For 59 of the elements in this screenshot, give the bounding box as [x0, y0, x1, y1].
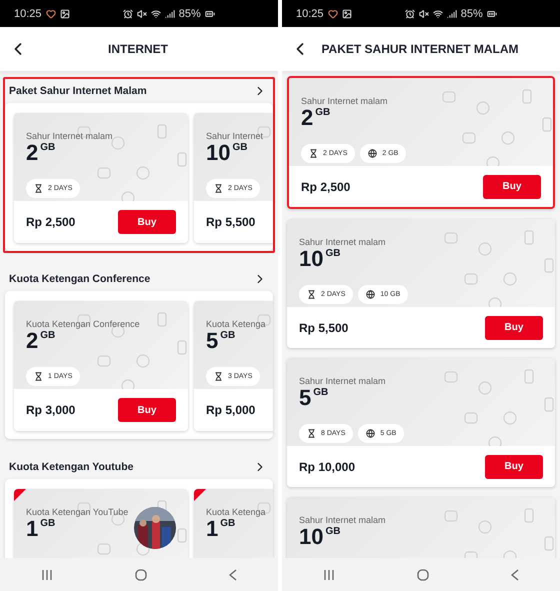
package-name: Kuota Ketengan Conference — [26, 319, 140, 329]
home-icon[interactable] — [135, 568, 147, 580]
hourglass-icon — [309, 149, 318, 158]
hourglass-icon — [34, 372, 43, 381]
section-title: Kuota Ketengan Youtube — [9, 461, 134, 473]
buy-button[interactable]: Buy — [485, 454, 543, 478]
battery-icon — [486, 8, 497, 18]
hourglass-icon — [307, 429, 316, 438]
hourglass-icon — [214, 184, 223, 193]
screen-title: PAKET SAHUR INTERNET MALAM — [320, 42, 520, 56]
package-price: Rp 5,000 — [206, 403, 256, 417]
image-icon — [60, 8, 70, 18]
alarm-icon — [122, 8, 133, 18]
home-icon[interactable] — [417, 568, 429, 580]
heart-icon — [328, 8, 338, 18]
buy-button[interactable]: Buy — [483, 174, 541, 198]
signal-icon — [164, 8, 175, 18]
package-name: Kuota Ketenga — [206, 507, 266, 517]
hourglass-icon — [214, 372, 223, 381]
signal-icon — [446, 8, 457, 18]
hourglass-icon — [307, 290, 316, 299]
status-time: 10:25 — [296, 8, 324, 20]
package-price: Rp 5,500 — [299, 320, 348, 334]
package-price: Rp 2,500 — [26, 215, 76, 229]
package-name: Sahur Internet malam — [299, 376, 386, 386]
recent-apps-icon[interactable] — [41, 568, 53, 580]
recent-apps-icon[interactable] — [323, 568, 335, 580]
package-name: Sahur Internet malam — [301, 96, 388, 106]
battery-icon — [204, 8, 215, 18]
package-price: Rp 3,000 — [26, 403, 76, 417]
buy-button[interactable]: Buy — [485, 316, 543, 340]
package-price: Rp 10,000 — [299, 460, 356, 474]
hourglass-icon — [34, 184, 43, 193]
screen-title: INTERNET — [107, 42, 169, 56]
buy-button[interactable]: Buy — [118, 398, 176, 422]
heart-icon — [46, 8, 56, 18]
wifi-icon — [432, 8, 443, 18]
status-time: 10:25 — [14, 8, 42, 20]
wifi-icon — [150, 8, 161, 18]
package-price: Rp 5,500 — [206, 215, 256, 229]
section-title: Paket Sahur Internet Malam — [9, 85, 148, 97]
mute-icon — [418, 8, 429, 18]
globe-icon — [366, 429, 376, 438]
battery-level: 85% — [460, 8, 483, 20]
section-title: Kuota Ketengan Conference — [9, 273, 152, 285]
image-icon — [342, 8, 352, 18]
buy-button[interactable]: Buy — [118, 210, 176, 234]
globe-icon — [368, 149, 378, 158]
package-name: Kuota Ketenga — [206, 319, 266, 329]
package-name: Sahur Internet — [206, 131, 264, 141]
package-price: Rp 2,500 — [301, 180, 350, 194]
globe-icon — [366, 290, 376, 299]
alarm-icon — [404, 8, 415, 18]
package-name: Sahur Internet malam — [299, 237, 386, 247]
mute-icon — [136, 8, 147, 18]
battery-level: 85% — [178, 8, 201, 20]
package-name: Kuota Ketengan YouTube — [26, 507, 128, 517]
package-name: Sahur Internet malam — [299, 515, 386, 525]
package-name: Sahur Internet malam — [26, 131, 113, 141]
